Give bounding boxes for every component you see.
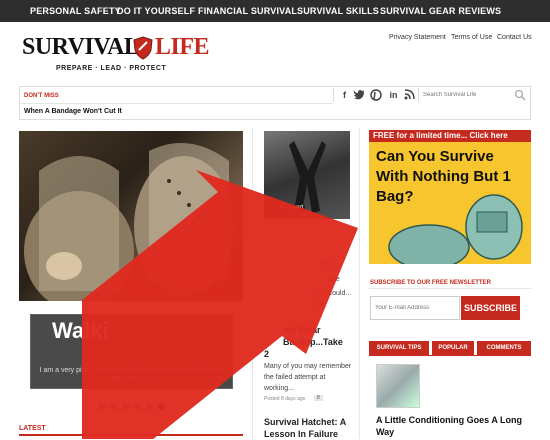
privacy-statement-link[interactable]: Privacy Statement — [389, 34, 446, 41]
top-nav-bar: PERSONAL SAFETY DO IT YOURSELF FINANCIAL… — [0, 0, 550, 22]
tip-title-link[interactable]: A Little Conditioning Goes A Long Way — [376, 414, 526, 438]
contact-us-link[interactable]: Contact Us — [497, 34, 532, 41]
newsletter-divider — [369, 288, 531, 289]
site-logo[interactable]: SURVIVAL LIFE PREPARE · LEAD · PROTECT — [22, 34, 210, 78]
post-title-link[interactable]: Lesson In Failure — [264, 428, 338, 440]
comment-count-badge[interactable]: 8 — [314, 395, 323, 401]
nav-item-personal-safety[interactable]: PERSONAL SAFETY — [30, 0, 121, 22]
post-title-link[interactable]: ale Solar — [283, 324, 321, 336]
twitter-icon[interactable] — [353, 89, 366, 101]
post-meta-date: Posted 8 days ago — [264, 396, 306, 402]
latest-section-label: LATEST — [19, 425, 46, 432]
post-excerpt-line: the — [330, 276, 340, 283]
ad-header-link[interactable]: FREE for a limited time... Click here — [373, 131, 508, 140]
dont-miss-headline-link[interactable]: When A Bandage Won't Cut It — [24, 108, 122, 115]
ad-headline: Can You Survive With Nothing But 1 Bag? — [376, 148, 511, 205]
tab-popular[interactable]: POPULAR — [432, 341, 474, 355]
slider-dot[interactable] — [98, 403, 105, 410]
hero-title-link[interactable]: Walki — [52, 318, 109, 344]
social-divider — [333, 88, 334, 102]
dont-miss-divider — [20, 103, 333, 104]
post-title-link[interactable]: 2 — [264, 348, 269, 360]
tip-thumbnail[interactable] — [376, 364, 420, 408]
rss-icon[interactable] — [404, 89, 415, 100]
post-title-link[interactable]: Survival Hatchet: A — [264, 416, 346, 428]
slider-dot[interactable] — [146, 403, 153, 410]
multitool-photo — [289, 141, 326, 213]
tabs-underline — [369, 355, 531, 356]
nav-item-survival-skills[interactable]: SURVIVAL SKILLS — [297, 0, 379, 22]
column-divider — [252, 128, 253, 439]
nav-item-financial-survival[interactable]: FINANCIAL SURVIVAL — [198, 0, 297, 22]
facebook-icon[interactable]: f — [336, 88, 353, 102]
subscribe-button[interactable]: SUBSCRIBE — [461, 296, 520, 320]
post-thumbnail-tool[interactable] — [264, 131, 350, 219]
thumbnail-caption: & Covert — [278, 205, 306, 211]
search-divider — [418, 88, 419, 102]
post-excerpt-line: that could... — [315, 290, 352, 297]
search-icon[interactable] — [514, 89, 526, 101]
newsletter-label: SUBSCRIBE TO OUR FREE NEWSLETTER — [370, 280, 491, 286]
slider-dot[interactable] — [110, 403, 117, 410]
slider-dot[interactable] — [122, 403, 129, 410]
search-input[interactable] — [420, 88, 526, 102]
hero-excerpt: I am a very picky person ing my shoes, e… — [39, 367, 223, 383]
column-divider — [359, 128, 360, 439]
logo-shield-icon — [133, 36, 153, 60]
slider-dot[interactable] — [134, 403, 141, 410]
logo-word-life: LIFE — [155, 34, 210, 60]
logo-tagline: PREPARE · LEAD · PROTECT — [56, 65, 167, 72]
post-excerpt-line: working... — [264, 385, 294, 392]
nav-item-do-it-yourself[interactable]: DO IT YOURSELF — [117, 0, 195, 22]
pinterest-icon[interactable] — [370, 89, 382, 101]
hero-shoes-photo — [24, 143, 234, 301]
comment-count-badge[interactable]: 18 — [314, 302, 326, 308]
email-field[interactable] — [370, 296, 460, 320]
tab-survival-tips[interactable]: SURVIVAL TIPS — [369, 341, 429, 355]
latest-underline — [19, 434, 243, 436]
post-excerpt-line: ltra — [322, 260, 332, 267]
post-title-link[interactable]: Backup...Take — [283, 336, 343, 348]
logo-word-survival: SURVIVAL — [22, 34, 140, 60]
slider-dot-active[interactable] — [158, 403, 165, 410]
nav-item-survival-gear-reviews[interactable]: SURVIVAL GEAR REVIEWS — [380, 0, 501, 22]
terms-of-use-link[interactable]: Terms of Use — [451, 34, 492, 41]
hero-featured-image[interactable] — [19, 131, 243, 301]
post-excerpt-line: the failed attempt at — [264, 374, 326, 381]
tab-comments[interactable]: COMMENTS — [477, 341, 531, 355]
post-excerpt-line: Many of you may remember — [264, 363, 352, 370]
linkedin-icon[interactable]: in — [385, 88, 402, 102]
dont-miss-label: DON'T MISS — [24, 93, 59, 99]
